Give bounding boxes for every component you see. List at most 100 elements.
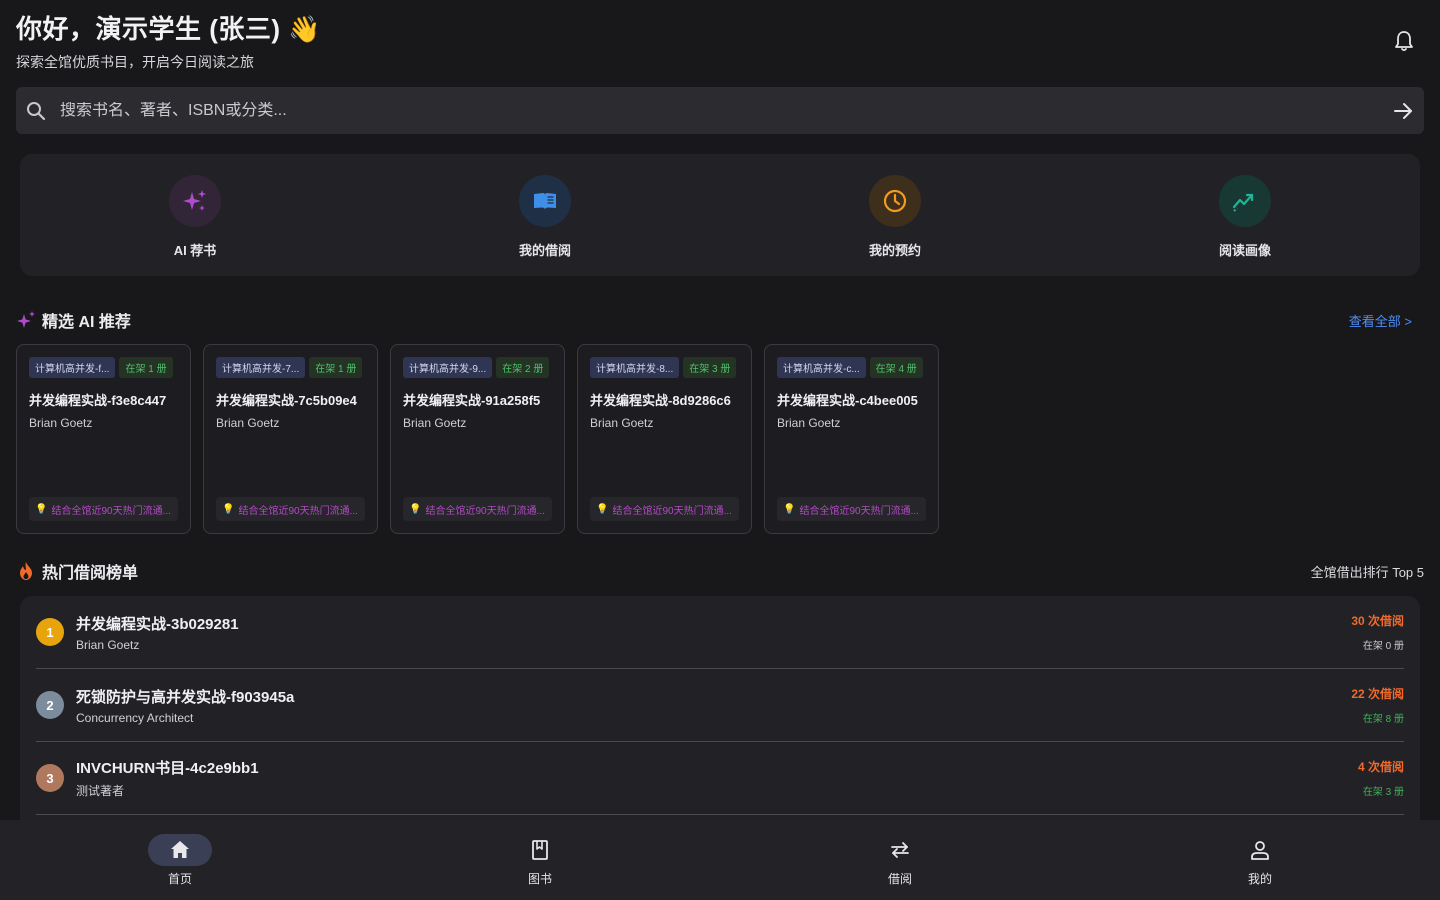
ai-reason: 💡 结合全馆近90天热门流通... [590,497,739,521]
quick-action-label: 我的预约 [868,243,921,258]
recommend-book-card[interactable]: 计算机高并发-7... 在架 1 册 并发编程实战-7c5b09e4 Brian… [203,344,378,534]
clock-icon [883,189,907,213]
stock-count: 在架 3 册 [1362,787,1404,798]
category-tag: 计算机高并发-f... [29,357,116,378]
book-author: Brian Goetz [777,416,841,430]
stock-tag: 在架 1 册 [309,357,363,378]
recommend-card-list: 计算机高并发-f... 在架 1 册 并发编程实战-f3e8c447 Brian… [16,344,939,534]
category-tag: 计算机高并发-7... [216,357,306,378]
ai-reason: 💡 结合全馆近90天热门流通... [777,497,926,521]
quick-actions: AI 荐书 我的借阅 我的预约 阅读画像 [20,154,1420,276]
nav-pill [508,834,572,866]
header: 你好，演示学生 (张三) 👋 探索全馆优质书目，开启今日阅读之旅 [16,12,1424,72]
book-title: 并发编程实战-f3e8c447 [29,393,167,408]
nav-label: 首页 [167,872,192,886]
ai-recommend-icon-wrap [169,175,221,227]
hot-book-author: Brian Goetz [76,637,140,652]
hot-book-author: Concurrency Architect [76,710,194,725]
quick-action-reading-profile[interactable]: 阅读画像 [1070,154,1420,276]
nav-pill-active [148,834,212,866]
book-open-icon [534,193,556,209]
ai-reason: 💡 结合全馆近90天热门流通... [403,497,552,521]
book-title: 并发编程实战-8d9286c6 [590,393,731,408]
nav-item-books[interactable]: 图书 [360,820,720,900]
nav-item-home[interactable]: 首页 [0,820,360,900]
category-tag: 计算机高并发-9... [403,357,493,378]
recommend-book-card[interactable]: 计算机高并发-c... 在架 4 册 并发编程实战-c4bee005 Brian… [764,344,939,534]
book-author: Brian Goetz [216,416,280,430]
nav-item-profile[interactable]: 我的 [1080,820,1440,900]
hot-list-row[interactable]: 1 并发编程实战-3b029281 Brian Goetz 30 次借阅 在架 … [36,596,1404,669]
quick-action-label: 阅读画像 [1218,243,1271,258]
book-author: Brian Goetz [403,416,467,430]
fire-icon [20,562,32,580]
lightbulb-icon: 💡 [35,503,48,515]
hot-list-row[interactable]: 2 死锁防护与高并发实战-f903945a Concurrency Archit… [36,669,1404,742]
rank-badge: 1 [36,618,64,646]
nav-item-borrow[interactable]: 借阅 [720,820,1080,900]
recommend-book-card[interactable]: 计算机高并发-f... 在架 1 册 并发编程实战-f3e8c447 Brian… [16,344,191,534]
sparkle-icon [17,311,35,328]
trend-chart-icon [1232,193,1254,212]
search-icon [27,101,46,120]
home-screen: 你好，演示学生 (张三) 👋 探索全馆优质书目，开启今日阅读之旅 搜索书名、著者… [0,0,1440,900]
bottom-nav: 首页 图书 借阅 我的 [0,820,1440,900]
lightbulb-icon: 💡 [596,503,609,515]
ai-reason-text: 结合全馆近90天热门流通... [51,505,171,517]
view-all-link[interactable]: 查看全部 > [1349,311,1412,330]
greeting-title: 你好，演示学生 (张三) 👋 [16,14,322,44]
book-title: 并发编程实战-7c5b09e4 [216,393,357,408]
my-borrow-icon-wrap [519,175,571,227]
search-input[interactable] [60,101,1392,120]
stock-tag: 在架 3 册 [683,357,737,378]
borrow-count: 4 次借阅 [1357,760,1404,774]
borrow-count: 22 次借阅 [1351,687,1404,701]
ai-reason-text: 结合全馆近90天热门流通... [238,505,358,517]
recommend-section-title: 精选 AI 推荐 [42,314,131,331]
lightbulb-icon: 💡 [783,503,796,515]
borrow-count: 30 次借阅 [1351,614,1404,628]
hot-list-row[interactable]: 3 INVCHURN书目-4c2e9bb1 测试著者 4 次借阅 在架 3 册 [36,742,1404,815]
search-bar[interactable] [16,87,1424,134]
reading-profile-icon-wrap [1219,175,1271,227]
book-title: 并发编程实战-c4bee005 [777,393,918,408]
ai-reason-text: 结合全馆近90天热门流通... [799,505,919,517]
ai-reason-text: 结合全馆近90天热门流通... [425,505,545,517]
stock-tag: 在架 2 册 [496,357,550,378]
stock-tag: 在架 4 册 [869,357,923,378]
home-icon [171,841,189,858]
swap-arrows-icon [891,842,909,858]
recommend-book-card[interactable]: 计算机高并发-8... 在架 3 册 并发编程实战-8d9286c6 Brian… [577,344,752,534]
hot-section-header: 热门借阅榜单 全馆借出排行 Top 5 [16,559,1424,583]
greeting-subtitle: 探索全馆优质书目，开启今日阅读之旅 [16,54,254,70]
recommend-book-card[interactable]: 计算机高并发-9... 在架 2 册 并发编程实战-91a258f5 Brian… [390,344,565,534]
book-author: Brian Goetz [29,416,93,430]
quick-action-my-reservation[interactable]: 我的预约 [720,154,1070,276]
lightbulb-icon: 💡 [409,503,422,515]
arrow-right-icon[interactable] [1392,100,1414,122]
hot-section-title: 热门借阅榜单 [42,565,139,582]
quick-action-ai-recommend[interactable]: AI 荐书 [20,154,370,276]
stock-tag: 在架 1 册 [119,357,173,378]
category-tag: 计算机高并发-8... [590,357,680,378]
ai-reason: 💡 结合全馆近90天热门流通... [216,497,365,521]
book-title: 并发编程实战-91a258f5 [403,393,541,408]
recommend-section-header: 精选 AI 推荐 查看全部 > [16,308,1424,332]
nav-pill [868,834,932,866]
rank-badge: 2 [36,691,64,719]
bell-icon[interactable] [1394,30,1414,52]
stock-count: 在架 8 册 [1362,714,1404,725]
nav-label: 我的 [1247,872,1272,886]
stock-count: 在架 0 册 [1362,641,1404,652]
nav-pill [1228,834,1292,866]
hot-section-note: 全馆借出排行 Top 5 [1310,564,1424,580]
ai-reason: 💡 结合全馆近90天热门流通... [29,497,178,521]
hot-book-title: 并发编程实战-3b029281 [76,615,239,633]
quick-action-label: 我的借阅 [518,243,571,258]
sparkle-icon [183,190,206,211]
hot-book-title: INVCHURN书目-4c2e9bb1 [76,760,259,777]
quick-action-label: AI 荐书 [173,243,217,258]
hot-book-author: 测试著者 [76,784,125,798]
quick-action-my-borrow[interactable]: 我的借阅 [370,154,720,276]
category-tag: 计算机高并发-c... [777,357,866,378]
